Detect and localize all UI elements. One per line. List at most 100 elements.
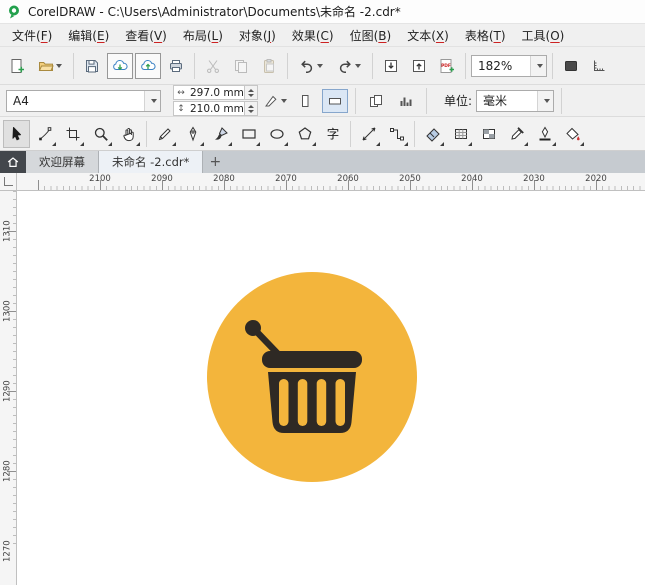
outline-pen-tool[interactable] [531, 120, 558, 148]
connector-tool[interactable] [383, 120, 410, 148]
chevron-down-icon[interactable] [56, 64, 62, 68]
freehand-icon [157, 126, 173, 142]
basket-slot [279, 379, 289, 426]
horizontal-ruler[interactable]: 210020902080207020602050204020302020 [17, 173, 645, 191]
tab-label: 未命名 -2.cdr* [112, 154, 189, 170]
ruler-label: 1270 [0, 534, 15, 568]
toolbox-separator [350, 121, 351, 147]
menu-item-b[interactable]: 位图(B) [342, 24, 400, 47]
svg-text:PDF: PDF [441, 62, 451, 68]
artistic-media-tool[interactable] [207, 120, 234, 148]
new-tab-button[interactable]: + [203, 151, 227, 173]
drawing-scale-button[interactable] [393, 89, 419, 113]
pick-tool[interactable] [3, 120, 30, 148]
flyout-corner-icon[interactable] [580, 142, 584, 146]
flyout-corner-icon[interactable] [284, 142, 288, 146]
undo-button[interactable] [293, 53, 329, 79]
chevron-down-icon[interactable] [537, 91, 553, 111]
page-width-value[interactable]: 297.0 mm [188, 87, 244, 99]
flyout-corner-icon[interactable] [376, 142, 380, 146]
open-from-cloud-button[interactable] [107, 53, 133, 79]
print-button[interactable] [163, 53, 189, 79]
basket-logo-graphic[interactable] [207, 272, 417, 482]
page-height-field[interactable]: ↕ 210.0 mm [173, 101, 258, 116]
page-size-select[interactable]: A4 [6, 90, 161, 112]
flyout-corner-icon[interactable] [228, 142, 232, 146]
vertical-ruler[interactable]: 13101300129012801270 [0, 191, 17, 585]
flyout-corner-icon[interactable] [52, 142, 56, 146]
export-button[interactable] [406, 53, 432, 79]
menu-item-e[interactable]: 编辑(E) [60, 24, 117, 47]
flyout-corner-icon[interactable] [172, 142, 176, 146]
mesh-fill-tool[interactable] [447, 120, 474, 148]
menu-item-v[interactable]: 查看(V) [117, 24, 175, 47]
chevron-down-icon[interactable] [355, 64, 361, 68]
text-tool[interactable]: 字 [319, 120, 346, 148]
flyout-corner-icon[interactable] [80, 142, 84, 146]
pan-tool[interactable] [115, 120, 142, 148]
chevron-down-icon[interactable] [144, 91, 160, 111]
menu-item-t[interactable]: 表格(T) [457, 24, 514, 47]
flyout-corner-icon[interactable] [256, 142, 260, 146]
units-select[interactable]: 毫米 [476, 90, 554, 112]
flyout-corner-icon[interactable] [468, 142, 472, 146]
pen-tool[interactable] [179, 120, 206, 148]
document-tab-0[interactable]: 欢迎屏幕 [26, 151, 99, 173]
eyedropper-tool[interactable] [503, 120, 530, 148]
rectangle-tool[interactable] [235, 120, 262, 148]
save-button[interactable] [79, 53, 105, 79]
menu-item-x[interactable]: 文本(X) [399, 24, 457, 47]
flyout-corner-icon[interactable] [440, 142, 444, 146]
fill-tool[interactable] [559, 120, 586, 148]
document-tab-1[interactable]: 未命名 -2.cdr* [99, 151, 203, 173]
units-value: 毫米 [477, 92, 537, 109]
flyout-corner-icon[interactable] [108, 142, 112, 146]
new-document-button[interactable] [4, 53, 30, 79]
drawing-canvas[interactable] [17, 191, 645, 585]
publish-pdf-button[interactable]: PDF [434, 53, 460, 79]
freehand-tool[interactable] [151, 120, 178, 148]
page-options-button[interactable] [262, 89, 288, 113]
chevron-down-icon[interactable] [530, 56, 546, 76]
menu-item-j[interactable]: 对象(J) [231, 24, 284, 47]
flyout-corner-icon[interactable] [524, 142, 528, 146]
menu-item-l[interactable]: 布局(L) [175, 24, 231, 47]
landscape-button[interactable] [322, 89, 348, 113]
dimension-tool[interactable] [355, 120, 382, 148]
flyout-corner-icon[interactable] [552, 142, 556, 146]
shape-tool[interactable] [31, 120, 58, 148]
chevron-down-icon[interactable] [317, 64, 323, 68]
redo-button[interactable] [331, 53, 367, 79]
menu-item-o[interactable]: 工具(O) [514, 24, 573, 47]
home-button[interactable] [0, 151, 26, 173]
transparency-tool[interactable] [475, 120, 502, 148]
menu-item-c[interactable]: 效果(C) [284, 24, 342, 47]
apply-to-all-pages-button[interactable] [363, 89, 389, 113]
cloud-open-icon [112, 58, 128, 74]
save-to-cloud-button[interactable] [135, 53, 161, 79]
page-width-field[interactable]: ↔ 297.0 mm [173, 85, 258, 100]
menubar: 文件(F)编辑(E)查看(V)布局(L)对象(J)效果(C)位图(B)文本(X)… [0, 24, 645, 47]
fullscreen-preview-button[interactable] [558, 53, 584, 79]
ellipse-tool[interactable] [263, 120, 290, 148]
save-icon [84, 58, 100, 74]
flyout-corner-icon[interactable] [136, 142, 140, 146]
ruler-origin-button[interactable] [0, 173, 17, 191]
flyout-corner-icon[interactable] [312, 142, 316, 146]
open-button[interactable] [32, 53, 68, 79]
page-height-stepper[interactable] [244, 102, 257, 115]
flyout-corner-icon[interactable] [404, 142, 408, 146]
interactive-fill-tool[interactable] [419, 120, 446, 148]
flyout-corner-icon[interactable] [200, 142, 204, 146]
polygon-tool[interactable] [291, 120, 318, 148]
zoom-level-combo[interactable]: 182% [471, 55, 547, 77]
page-width-stepper[interactable] [244, 86, 257, 99]
crop-tool[interactable] [59, 120, 86, 148]
menu-item-f[interactable]: 文件(F) [4, 24, 60, 47]
show-rulers-button[interactable] [586, 53, 612, 79]
import-button[interactable] [378, 53, 404, 79]
export-icon [411, 58, 427, 74]
page-height-value[interactable]: 210.0 mm [188, 103, 244, 115]
zoom-tool[interactable] [87, 120, 114, 148]
portrait-button[interactable] [292, 89, 318, 113]
